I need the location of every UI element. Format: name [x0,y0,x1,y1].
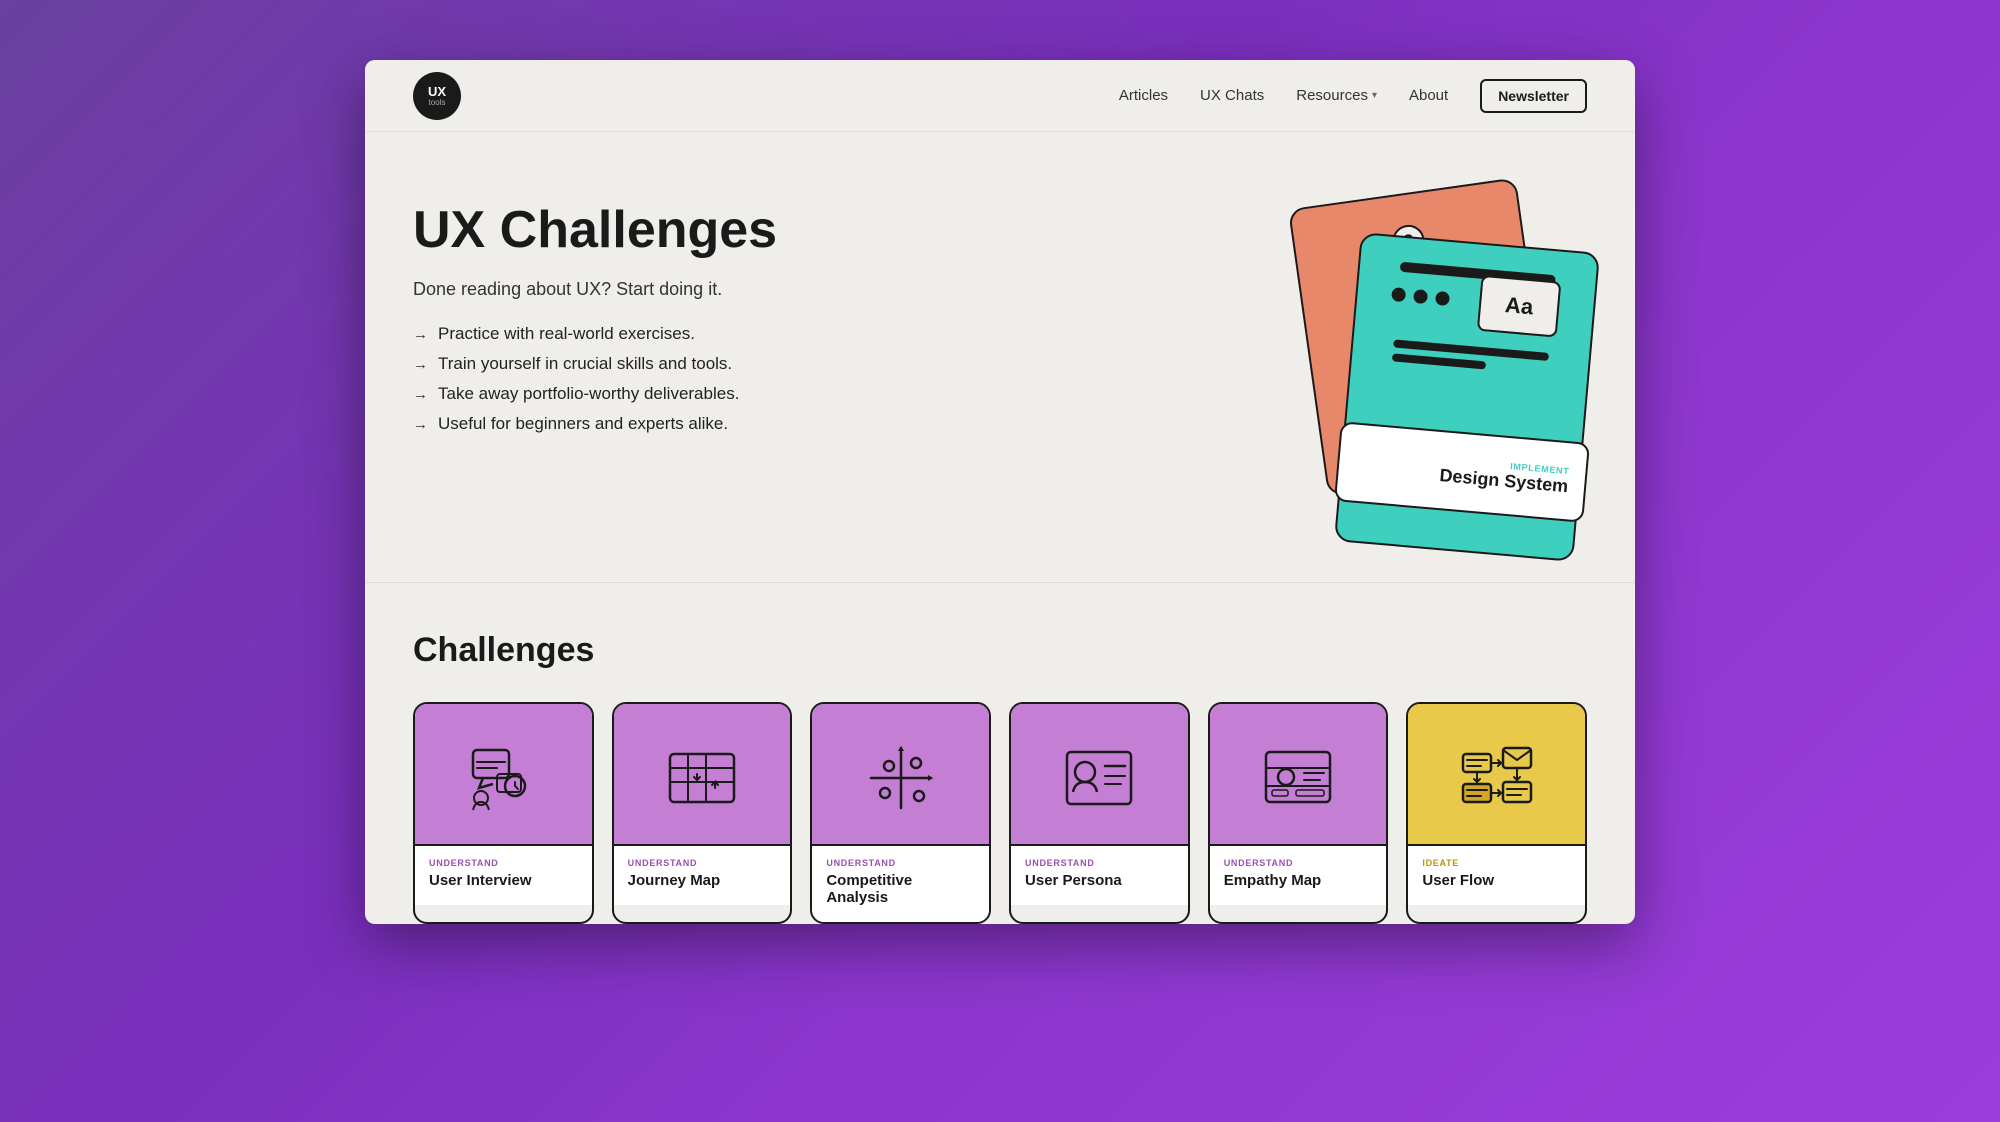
bullet-4: → Useful for beginners and experts alike… [413,414,777,434]
card-category-competitive: UNDERSTAND [826,858,975,868]
card-name-user-interview: User Interview [429,872,578,889]
challenge-card-competitive[interactable]: UNDERSTAND Competitive Analysis [810,702,991,924]
challenge-card-persona[interactable]: UNDERSTAND User Persona [1009,702,1190,924]
aa-typography-icon: Aa [1477,275,1562,338]
card-illustration-user-interview [415,704,592,844]
challenge-card-user-flow[interactable]: IDEATE User Flow [1406,702,1587,924]
card-category-user-flow: IDEATE [1422,858,1571,868]
hero-subtitle: Done reading about UX? Start doing it. [413,279,777,300]
challenge-card-journey-map[interactable]: UNDERSTAND Journey Map [612,702,793,924]
hero-content: UX Challenges Done reading about UX? Sta… [413,192,777,434]
card-name-empathy: Empathy Map [1224,872,1373,889]
challenge-card-empathy[interactable]: UNDERSTAND Empathy Map [1208,702,1389,924]
empathy-map-icon [1258,738,1338,818]
card-category-journey-map: UNDERSTAND [628,858,777,868]
card-illustration-persona [1011,704,1188,844]
bullet-2: → Train yourself in crucial skills and t… [413,354,777,374]
arrow-icon-4: → [413,416,428,433]
nav-resources[interactable]: Resources ▾ [1296,87,1377,104]
chevron-down-icon: ▾ [1372,90,1377,101]
user-persona-icon [1059,738,1139,818]
card-info-empathy: UNDERSTAND Empathy Map [1210,844,1387,905]
card-name-competitive: Competitive Analysis [826,872,975,906]
hero-title: UX Challenges [413,202,777,259]
arrow-icon-3: → [413,386,428,403]
card-name-journey-map: Journey Map [628,872,777,889]
card-info-persona: UNDERSTAND User Persona [1011,844,1188,905]
card-lines [1391,339,1549,375]
card-info-journey-map: UNDERSTAND Journey Map [614,844,791,905]
user-flow-icon [1457,738,1537,818]
card-info-competitive: UNDERSTAND Competitive Analysis [812,844,989,922]
nav-links: Articles UX Chats Resources ▾ About News… [1119,79,1587,113]
nav-ux-chats[interactable]: UX Chats [1200,87,1264,104]
newsletter-button[interactable]: Newsletter [1480,79,1587,113]
card-illustration-empathy [1210,704,1387,844]
card-category-persona: UNDERSTAND [1025,858,1174,868]
card-dots [1391,287,1450,306]
hero-bullets: → Practice with real-world exercises. → … [413,324,777,434]
arrow-icon-2: → [413,356,428,373]
nav-about[interactable]: About [1409,87,1448,104]
logo-ux: UX [428,85,446,98]
card-illustration-user-flow [1408,704,1585,844]
card-illustration-journey-map [614,704,791,844]
browser-window: UX tools Articles UX Chats Resources ▾ A… [365,60,1635,924]
challenges-title: Challenges [413,631,1587,670]
competitive-analysis-icon [861,738,941,818]
card-info-user-flow: IDEATE User Flow [1408,844,1585,905]
card-category-user-interview: UNDERSTAND [429,858,578,868]
card-name-user-flow: User Flow [1422,872,1571,889]
card-category-empathy: UNDERSTAND [1224,858,1373,868]
hero-illustration: ? [1247,182,1587,522]
card-illustration-competitive [812,704,989,844]
challenges-section: Challenges UNDERS [365,583,1635,924]
bullet-1: → Practice with real-world exercises. [413,324,777,344]
arrow-icon-1: → [413,326,428,343]
hero-section: UX Challenges Done reading about UX? Sta… [365,132,1635,583]
logo[interactable]: UX tools [413,72,461,120]
user-interview-icon [463,738,543,818]
challenge-card-user-interview[interactable]: UNDERSTAND User Interview [413,702,594,924]
logo-tools: tools [429,98,446,107]
journey-map-icon [662,738,742,818]
navbar: UX tools Articles UX Chats Resources ▾ A… [365,60,1635,132]
card-name-persona: User Persona [1025,872,1174,889]
nav-articles[interactable]: Articles [1119,87,1168,104]
challenge-cards-row: UNDERSTAND User Interview [413,702,1587,924]
bullet-3: → Take away portfolio-worthy deliverable… [413,384,777,404]
card-info-user-interview: UNDERSTAND User Interview [415,844,592,905]
